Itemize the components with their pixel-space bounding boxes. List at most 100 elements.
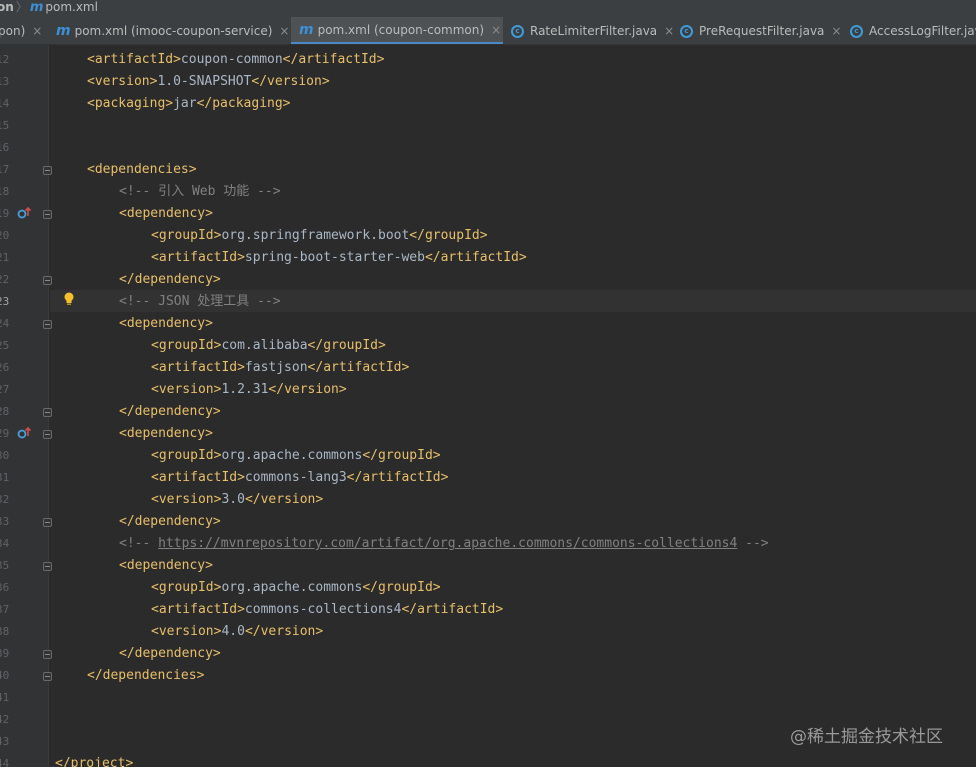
code-line[interactable]: <packaging>jar</packaging> xyxy=(87,93,291,115)
line-number: 19 xyxy=(0,207,10,220)
line-number-current: 23 xyxy=(0,295,10,308)
tab-pre-request-filter[interactable]: c PreRequestFilter.java × xyxy=(680,17,841,44)
line-number: 28 xyxy=(0,405,10,418)
code-line[interactable]: <version>3.0</version> xyxy=(151,489,323,511)
line-number: 27 xyxy=(0,383,10,396)
line-number: 16 xyxy=(0,141,10,154)
breadcrumb-file[interactable]: pom.xml xyxy=(45,0,98,15)
code-line[interactable]: <artifactId>commons-collections4</artifa… xyxy=(151,599,503,621)
editor-gutter[interactable]: 12 13 14 15 16 17 18 19 20 21 22 23 24 2… xyxy=(0,45,52,767)
line-number: 29 xyxy=(0,427,10,440)
fold-marker-icon[interactable] xyxy=(43,320,52,329)
run-implementation-icon[interactable] xyxy=(17,206,31,220)
code-line[interactable]: <artifactId>spring-boot-starter-web</art… xyxy=(151,247,527,269)
line-number: 24 xyxy=(0,317,10,330)
code-line[interactable]: </dependency> xyxy=(119,269,221,291)
line-number: 37 xyxy=(0,603,10,616)
line-number: 38 xyxy=(0,625,10,638)
tab-access-log-filter[interactable]: c AccessLogFilter.java xyxy=(850,17,976,44)
tab-label: AccessLogFilter.java xyxy=(869,24,976,38)
code-line[interactable]: <dependency> xyxy=(119,313,213,335)
tab-label: pom.xml (imooc-coupon-service) xyxy=(74,24,273,38)
breadcrumb: on 〉 m pom.xml xyxy=(0,0,976,17)
maven-icon: m xyxy=(56,23,71,39)
fold-marker-icon[interactable] xyxy=(43,408,52,417)
fold-marker-icon[interactable] xyxy=(43,518,52,527)
java-class-icon: c xyxy=(680,24,693,38)
watermark: @稀土掘金技术社区 xyxy=(790,727,943,747)
line-number: 13 xyxy=(0,75,10,88)
code-line[interactable]: <!-- https://mvnrepository.com/artifact/… xyxy=(119,533,769,555)
run-implementation-icon[interactable] xyxy=(17,426,31,440)
line-number: 44 xyxy=(0,757,10,767)
code-line[interactable]: <artifactId>coupon-common</artifactId> xyxy=(87,49,384,71)
line-number: 42 xyxy=(0,713,10,726)
code-line[interactable]: <dependencies> xyxy=(87,159,197,181)
code-line[interactable]: <groupId>org.apache.commons</groupId> xyxy=(151,577,441,599)
code-line[interactable]: </project> xyxy=(55,753,133,767)
code-line[interactable]: <groupId>org.apache.commons</groupId> xyxy=(151,445,441,467)
tab-close-icon[interactable]: × xyxy=(279,24,289,38)
line-number: 31 xyxy=(0,471,10,484)
tab-label: pon) xyxy=(0,24,26,38)
lightbulb-icon[interactable] xyxy=(63,292,75,306)
line-number: 15 xyxy=(0,119,10,132)
fold-marker-icon[interactable] xyxy=(43,166,52,175)
editor-tab-bar: pon) × m pom.xml (imooc-coupon-service) … xyxy=(0,17,976,45)
tab-pom-imooc-coupon-service[interactable]: m pom.xml (imooc-coupon-service) × xyxy=(56,17,289,44)
line-number: 30 xyxy=(0,449,10,462)
tab-close-icon[interactable]: × xyxy=(32,24,42,38)
breadcrumb-separator: 〉 xyxy=(15,0,28,14)
code-line[interactable]: <dependency> xyxy=(119,555,213,577)
tab-close-icon[interactable]: × xyxy=(831,24,841,38)
code-line[interactable]: <groupId>org.springframework.boot</group… xyxy=(151,225,488,247)
fold-marker-icon[interactable] xyxy=(43,672,52,681)
line-number: 12 xyxy=(0,53,10,66)
code-line[interactable]: <dependency> xyxy=(119,203,213,225)
tab-coupon-partial[interactable]: pon) × xyxy=(0,17,42,44)
line-number: 20 xyxy=(0,229,10,242)
line-number: 25 xyxy=(0,339,10,352)
tab-label: RateLimiterFilter.java xyxy=(530,24,658,38)
fold-marker-icon[interactable] xyxy=(43,650,52,659)
maven-icon: m xyxy=(29,0,44,15)
tab-close-icon[interactable]: × xyxy=(664,24,674,38)
code-line[interactable]: <version>4.0</version> xyxy=(151,621,323,643)
fold-marker-icon[interactable] xyxy=(43,430,52,439)
line-number: 14 xyxy=(0,97,10,110)
tab-label: PreRequestFilter.java xyxy=(699,24,825,38)
line-number: 32 xyxy=(0,493,10,506)
code-line[interactable]: </dependencies> xyxy=(87,665,204,687)
code-line[interactable]: <groupId>com.alibaba</groupId> xyxy=(151,335,386,357)
line-number: 17 xyxy=(0,163,10,176)
tab-close-icon[interactable]: × xyxy=(491,23,501,37)
code-line[interactable]: </dependency> xyxy=(119,511,221,533)
line-number: 26 xyxy=(0,361,10,374)
code-line[interactable]: <version>1.2.31</version> xyxy=(151,379,347,401)
line-number: 43 xyxy=(0,735,10,748)
tab-label: pom.xml (coupon-common) xyxy=(317,22,485,37)
fold-marker-icon[interactable] xyxy=(43,562,52,571)
line-number: 40 xyxy=(0,669,10,682)
fold-marker-icon[interactable] xyxy=(43,210,52,219)
code-line[interactable]: <artifactId>commons-lang3</artifactId> xyxy=(151,467,448,489)
code-line[interactable]: </dependency> xyxy=(119,401,221,423)
fold-marker-icon[interactable] xyxy=(43,276,52,285)
line-number: 36 xyxy=(0,581,10,594)
line-number: 41 xyxy=(0,691,10,704)
tab-pom-coupon-common[interactable]: m pom.xml (coupon-common) × xyxy=(291,17,503,44)
code-line[interactable]: <artifactId>fastjson</artifactId> xyxy=(151,357,409,379)
line-number: 22 xyxy=(0,273,10,286)
tab-rate-limiter-filter[interactable]: c RateLimiterFilter.java × xyxy=(511,17,674,44)
line-number: 21 xyxy=(0,251,10,264)
breadcrumb-module[interactable]: on xyxy=(0,0,14,15)
code-line-current[interactable]: <!-- JSON 处理工具 --> xyxy=(119,291,281,313)
line-number: 35 xyxy=(0,559,10,572)
java-class-icon: c xyxy=(850,24,863,38)
code-line[interactable]: <!-- 引入 Web 功能 --> xyxy=(119,181,281,203)
code-line[interactable]: </dependency> xyxy=(119,643,221,665)
comment-url-link[interactable]: https://mvnrepository.com/artifact/org.a… xyxy=(158,536,737,551)
line-number: 39 xyxy=(0,647,10,660)
code-line[interactable]: <version>1.0-SNAPSHOT</version> xyxy=(87,71,330,93)
code-line[interactable]: <dependency> xyxy=(119,423,213,445)
